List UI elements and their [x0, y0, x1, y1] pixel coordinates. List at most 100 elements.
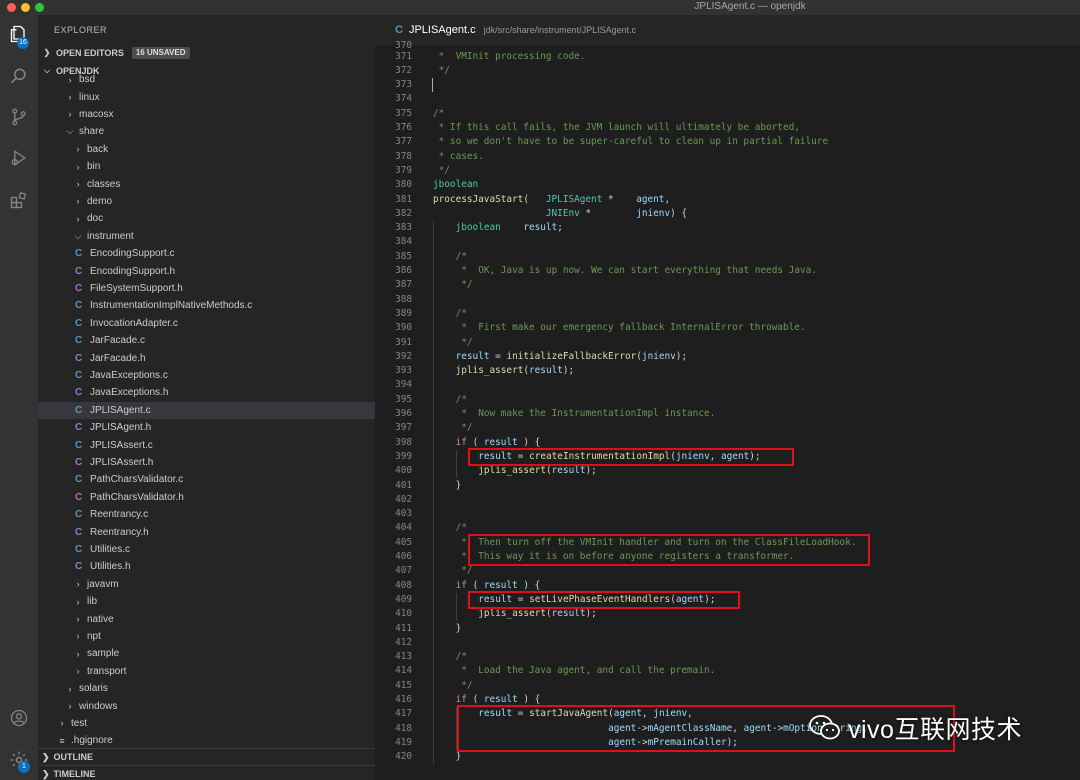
tree-file[interactable]: C PathCharsValidator.h: [38, 489, 375, 506]
explorer-badge: 16: [17, 37, 29, 49]
annotation-box: [468, 533, 870, 567]
code-token: jplis_assert: [478, 465, 546, 477]
tree-file[interactable]: C JPLISAgent.h: [38, 419, 375, 436]
code-token: */: [455, 279, 473, 291]
c-file-icon: C: [75, 300, 83, 312]
tree-item-label: EncodingSupport.h: [90, 265, 176, 277]
chevron-right-icon: ›: [76, 161, 80, 172]
search-icon[interactable]: [9, 66, 29, 86]
code-token: ) {: [670, 207, 688, 219]
tree-item-label: PathCharsValidator.h: [90, 491, 184, 503]
tree-folder[interactable]: › transport: [38, 663, 375, 680]
tree-folder[interactable]: › classes: [38, 175, 375, 192]
code-token: );: [585, 608, 597, 620]
code-line: 372 */: [375, 64, 1080, 78]
tree-file[interactable]: C JPLISAgent.c: [38, 401, 375, 419]
tree-folder[interactable]: › test: [38, 715, 375, 732]
tree-item-label: javavm: [87, 578, 119, 590]
tree-folder[interactable]: › bin: [38, 158, 375, 175]
line-number: 388: [395, 293, 412, 305]
tree-folder[interactable]: ⌵ instrument: [38, 228, 375, 245]
source-control-icon[interactable]: [9, 107, 29, 127]
tree-file[interactable]: C PathCharsValidator.c: [38, 471, 375, 488]
tree-item-label: EncodingSupport.c: [90, 248, 175, 260]
breadcrumb-path[interactable]: jdk/src/share/instrument/JPLISAgent.c: [484, 25, 637, 35]
tree-file[interactable]: C EncodingSupport.h: [38, 262, 375, 279]
tree-folder[interactable]: › linux: [38, 88, 375, 105]
tree-folder[interactable]: › javavm: [38, 576, 375, 593]
tree-folder[interactable]: › back: [38, 141, 375, 158]
code-text: */: [456, 336, 472, 350]
header-file-icon: C: [75, 265, 83, 277]
account-icon[interactable]: [9, 708, 29, 728]
line-number: 414: [395, 665, 412, 677]
tree-folder[interactable]: › sample: [38, 645, 375, 662]
tree-item-label: JPLISAgent.h: [90, 422, 152, 434]
tree-item-label: npt: [87, 630, 101, 642]
tree-file[interactable]: C FileSystemSupport.h: [38, 280, 375, 297]
tree-file[interactable]: C JarFacade.h: [38, 349, 375, 366]
code-line: 379 */: [375, 164, 1080, 178]
tree-folder[interactable]: › native: [38, 610, 375, 627]
tree-file[interactable]: C InvocationAdapter.c: [38, 315, 375, 332]
tree-item-label: JavaExceptions.c: [90, 369, 168, 381]
tree-folder[interactable]: › doc: [38, 210, 375, 227]
code-line: 410 jplis_assert(result);: [375, 607, 1080, 621]
tree-folder[interactable]: ⌵ share: [38, 123, 375, 140]
code-token: ) {: [517, 436, 541, 448]
tree-file[interactable]: C JPLISAssert.h: [38, 454, 375, 471]
c-file-icon: C: [75, 369, 83, 381]
tree-file[interactable]: C JarFacade.c: [38, 332, 375, 349]
line-number: 419: [395, 736, 412, 748]
code-line: 391 */: [375, 336, 1080, 350]
code-token: result: [551, 465, 586, 477]
line-number: 398: [395, 436, 412, 448]
tree-item-label: JavaExceptions.h: [90, 387, 169, 399]
tree-file[interactable]: C JavaExceptions.h: [38, 384, 375, 401]
tree-file[interactable]: ≡ .hgignore: [38, 732, 375, 749]
line-number: 381: [395, 193, 412, 205]
tree-folder[interactable]: › npt: [38, 628, 375, 645]
code-text: * cases.: [433, 150, 484, 164]
activity-bar: 16 1: [0, 15, 38, 780]
code-line: 402: [375, 493, 1080, 507]
explorer-sidebar: EXPLORER ❯ OPEN EDITORS 16 UNSAVED ⌵ OPE…: [38, 15, 375, 780]
line-number: 386: [395, 265, 412, 276]
tree-item-label: InvocationAdapter.c: [90, 317, 178, 329]
tree-folder[interactable]: › windows: [38, 697, 375, 714]
code-text: */: [456, 679, 472, 693]
code-token: (: [466, 694, 484, 705]
code-line: 387 */: [375, 278, 1080, 292]
code-token: * If this call fails, the JVM launch wil…: [433, 122, 800, 133]
tree-file[interactable]: C InstrumentationImplNativeMethods.c: [38, 297, 375, 314]
open-editors-section[interactable]: ❯ OPEN EDITORS 16 UNSAVED: [38, 44, 375, 62]
tree-folder[interactable]: › bsd: [38, 71, 375, 88]
tree-file[interactable]: C Utilities.c: [38, 541, 375, 558]
code-token: result: [529, 365, 563, 377]
tree-file[interactable]: C EncodingSupport.c: [38, 245, 375, 262]
tree-file[interactable]: C Utilities.h: [38, 558, 375, 575]
tree-file[interactable]: C JPLISAssert.c: [38, 436, 375, 453]
tree-file[interactable]: C Reentrancy.h: [38, 523, 375, 540]
tree-folder[interactable]: › demo: [38, 193, 375, 210]
code-line: 382 JNIEnv * jnienv) {: [375, 207, 1080, 221]
tree-file[interactable]: C Reentrancy.c: [38, 506, 375, 523]
line-number: 394: [395, 379, 412, 391]
code-token: /*: [455, 651, 467, 663]
extensions-icon[interactable]: [9, 190, 29, 210]
tree-folder[interactable]: › macosx: [38, 106, 375, 123]
annotation-box: [468, 590, 740, 610]
tree-folder[interactable]: › lib: [38, 593, 375, 610]
tree-folder[interactable]: › solaris: [38, 680, 375, 697]
code-line: 378 * cases.: [375, 150, 1080, 164]
timeline-section[interactable]: ❯ TIMELINE: [38, 765, 375, 780]
chevron-right-icon: ›: [68, 683, 72, 694]
tree-file[interactable]: C JavaExceptions.c: [38, 367, 375, 384]
tab-filename: JPLISAgent.c: [408, 24, 476, 36]
chevron-down-icon: ⌵: [66, 126, 74, 137]
run-debug-icon[interactable]: [9, 148, 29, 168]
outline-section[interactable]: ❯ OUTLINE: [38, 748, 375, 765]
code-text: */: [456, 421, 472, 435]
code-line: 380 jboolean: [375, 178, 1080, 192]
code-line: 415 */: [375, 679, 1080, 693]
